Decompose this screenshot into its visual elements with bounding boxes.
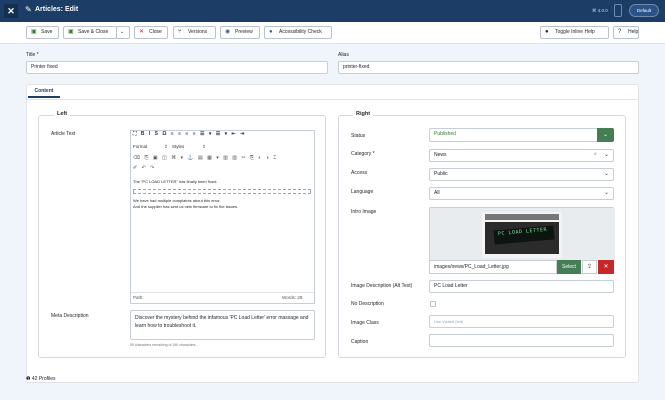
no-description-checkbox[interactable]	[430, 301, 436, 307]
help-button[interactable]: ? Help	[613, 26, 639, 39]
title-input[interactable]: Printer fixed	[26, 61, 328, 74]
category-select[interactable]: News × ⌄	[429, 149, 614, 162]
external-link-icon[interactable]	[614, 4, 622, 17]
editor-paragraph: We have had multiple complaints about th…	[133, 198, 221, 203]
caption-label: Caption	[351, 339, 369, 345]
editor-toolbar-row1[interactable]: ⛶ B I S Ω ≡ ≡ ≡ ≡ ☰ ▾ ☰ ▾ ⇤ ⇥	[133, 131, 246, 137]
accessibility-icon: ●	[269, 29, 273, 35]
language-select[interactable]: All ⌄	[429, 187, 614, 200]
chevron-down-icon: ⌄	[603, 190, 609, 196]
chevron-down-icon: ⌄	[603, 171, 609, 177]
close-icon: ✕	[139, 29, 145, 35]
page-title: Articles: Edit	[35, 6, 79, 13]
access-label: Access	[351, 170, 368, 176]
title-label: Title *	[26, 52, 39, 58]
toolbar: ▣ Save ▣ Save & Close ⌄ ✕ Close ⑂ Versions ◉…	[0, 22, 665, 44]
joomla-logo-icon[interactable]: ✕	[4, 4, 18, 18]
save-icon: ▣	[31, 29, 37, 35]
no-description-label: No Description	[351, 301, 384, 307]
image-description-label: Image Description (Alt Text)	[351, 283, 413, 289]
article-text-label: Article Text	[51, 131, 76, 137]
editor-word-count: Words: 28	[282, 295, 303, 300]
clear-icon[interactable]: ×	[593, 150, 597, 161]
image-class-input[interactable]: Use Visited (left)	[429, 315, 614, 328]
accessibility-check-button[interactable]: ● Accessibility Check	[264, 26, 332, 39]
upload-icon[interactable]: ⇪	[582, 260, 597, 274]
readmore-separator	[133, 189, 311, 194]
left-legend: Left	[54, 111, 71, 117]
right-legend: Right	[353, 111, 374, 117]
close-button[interactable]: ✕ Close	[134, 26, 168, 39]
save-button[interactable]: ▣ Save	[26, 26, 59, 39]
meta-description-textarea[interactable]: Discover the mystery behind the infamous…	[130, 310, 315, 340]
save-icon: ▣	[68, 29, 74, 35]
format-select[interactable]: Format	[133, 144, 147, 149]
help-circle-icon: ●	[545, 29, 549, 35]
tab-divider	[26, 99, 639, 100]
status-label: Status	[351, 133, 366, 139]
format-select-chevron-icon: ⇕	[164, 144, 168, 149]
styles-select-chevron-icon: ⇕	[202, 144, 206, 149]
save-close-button[interactable]: ▣ Save & Close	[63, 26, 117, 39]
clear-image-icon[interactable]: ✕	[598, 260, 614, 274]
editor-paragraph: The "PC LOAD LETTER" has finally been fi…	[133, 179, 218, 184]
version-badge: ⌘ 4.0.0	[592, 8, 608, 13]
user-menu-button[interactable]: Default	[629, 4, 659, 17]
eye-icon: ◉	[225, 29, 231, 35]
toggle-inline-help-button[interactable]: ● Toggle Inline Help	[540, 26, 609, 39]
editor-path: Path:	[133, 295, 144, 300]
tab-content[interactable]: Content	[28, 86, 60, 98]
versions-button[interactable]: ⑂ Versions	[173, 26, 216, 39]
meta-char-counter: 55 characters remaining of 160 character…	[130, 343, 197, 347]
image-select-button[interactable]: Select	[557, 260, 581, 274]
profiles-footer[interactable]: ❶ 42 Profiles	[26, 376, 56, 382]
language-label: Language	[351, 189, 374, 195]
intro-image-preview: PC LOAD LETTER	[429, 207, 615, 261]
caption-input[interactable]	[429, 334, 614, 347]
question-icon: ?	[618, 29, 622, 35]
meta-description-label: Meta Description	[51, 313, 89, 319]
versions-icon: ⑂	[178, 29, 182, 35]
image-description-input[interactable]: PC Load Letter	[429, 280, 614, 293]
image-class-label: Image Class	[351, 320, 379, 326]
editor-paragraph: And the supplier has sent us new firmwar…	[133, 204, 239, 209]
pencil-icon: ✎	[25, 5, 32, 14]
app-header	[0, 0, 665, 22]
editor-toolbar-row2[interactable]: ⌫ ⎘ ▣ ◫ ⌘ ▾ ⚓ ▤ ▦ ▾ ▥ ▥ ✂ ⎘ ◐ ◑ ⌶	[133, 155, 278, 161]
status-chevron-icon[interactable]: ⌄	[597, 128, 614, 142]
alias-input[interactable]: printer-fixed	[338, 61, 639, 74]
category-label: Category *	[351, 151, 375, 157]
preview-button[interactable]: ◉ Preview	[220, 26, 260, 39]
chevron-down-icon: ⌄	[120, 29, 125, 35]
status-select[interactable]: Published	[429, 128, 614, 142]
editor-toolbar-row3[interactable]: ✐ ↶ ↷	[133, 165, 156, 171]
access-select[interactable]: Public ⌄	[429, 168, 614, 181]
intro-image-label: Intro Image	[351, 209, 377, 215]
intro-image-path-input[interactable]: images/news/PC_Load_Letter.jpg	[429, 260, 557, 274]
save-dropdown-toggle[interactable]: ⌄	[116, 26, 130, 39]
alias-label: Alias	[338, 52, 349, 58]
chevron-down-icon: ⌄	[603, 152, 609, 158]
styles-select[interactable]: Styles	[172, 144, 184, 149]
